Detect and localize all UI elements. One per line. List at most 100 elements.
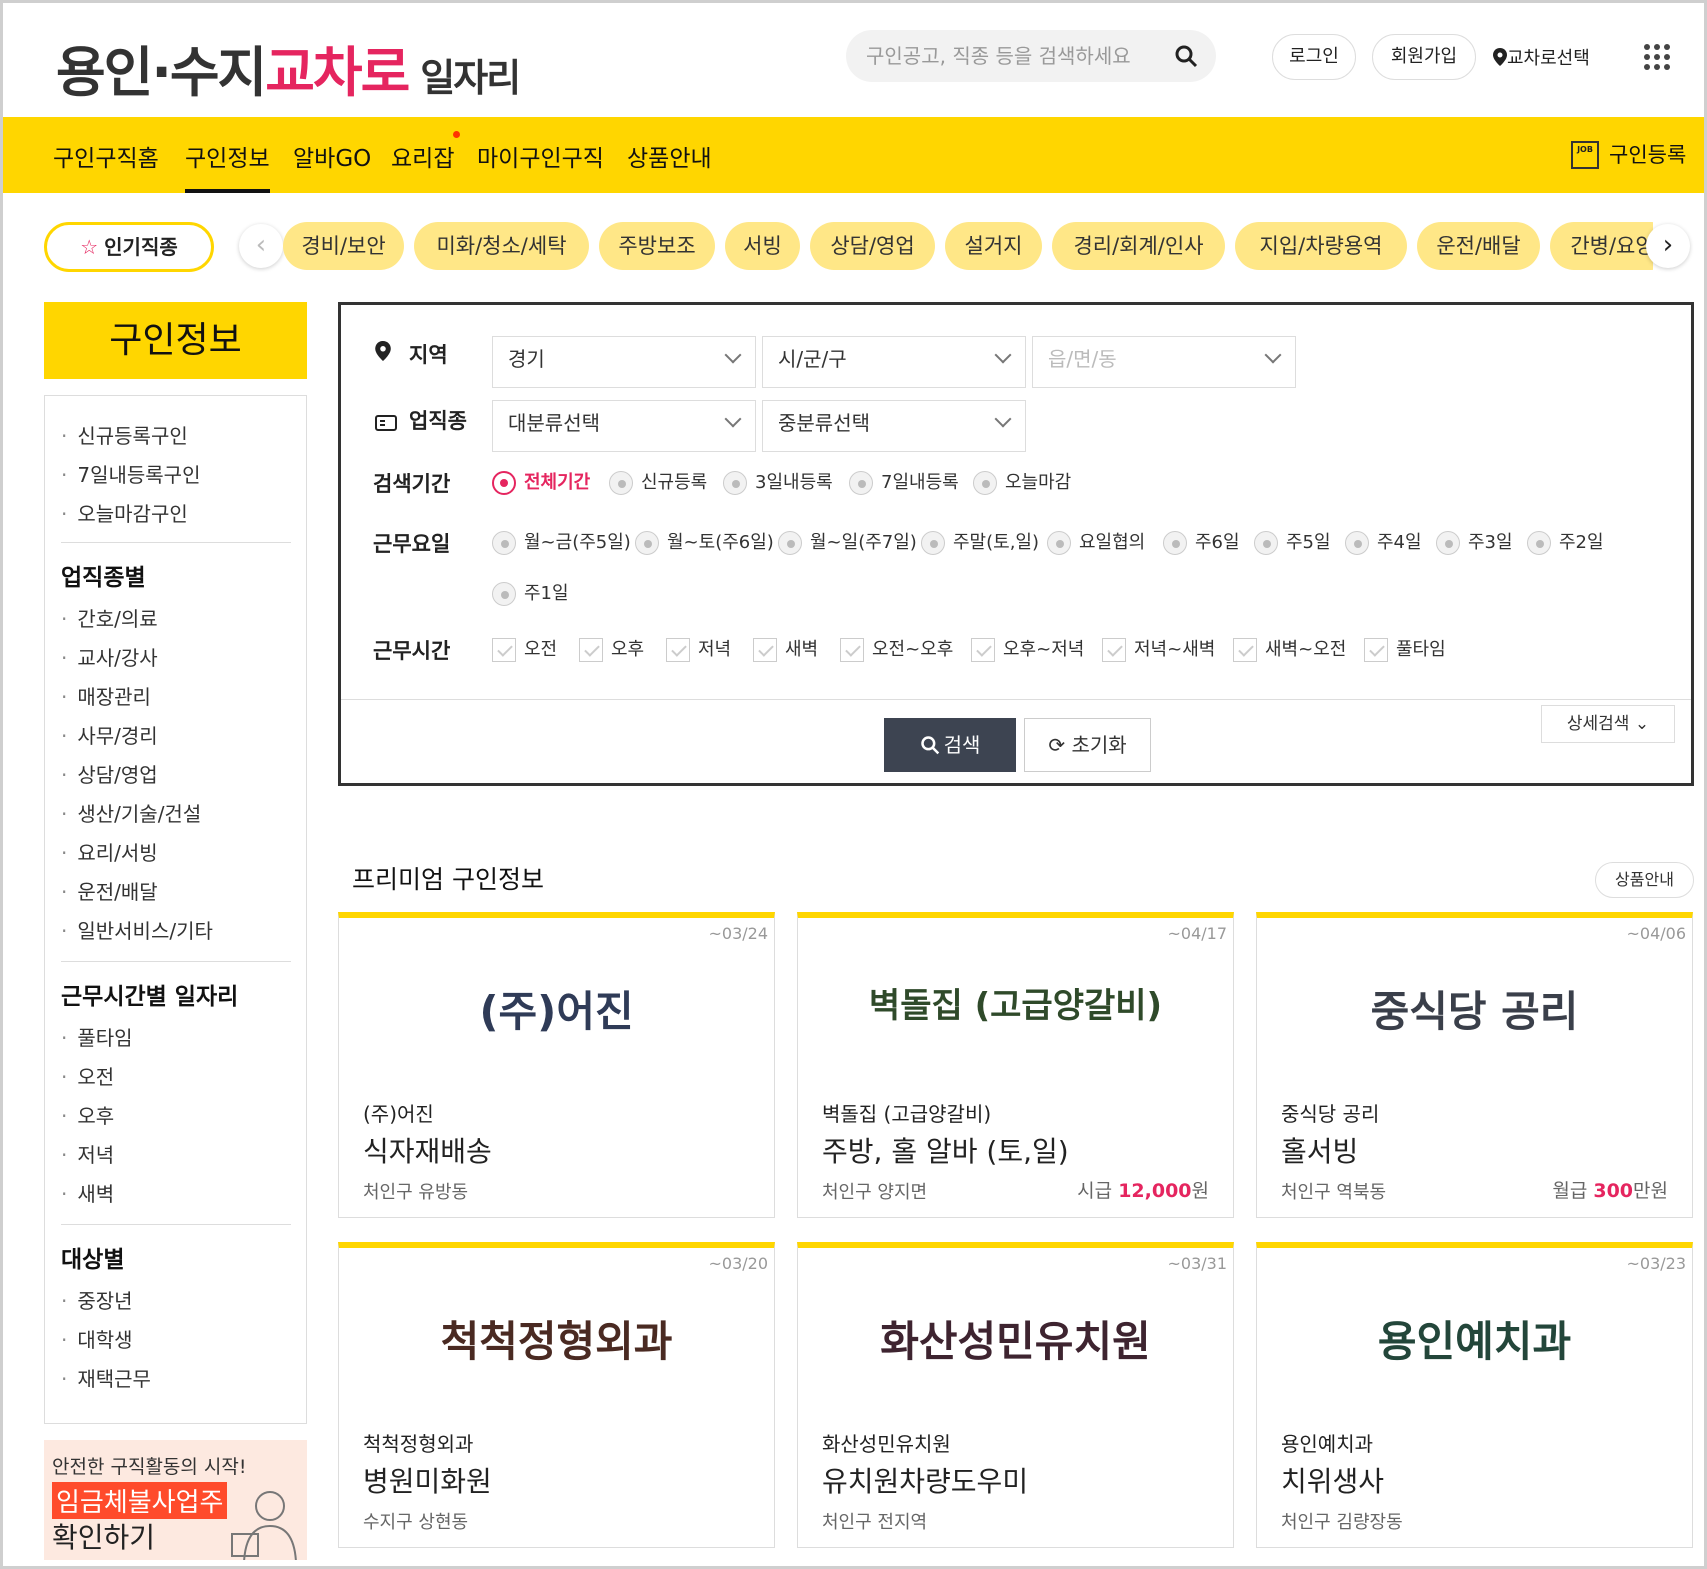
job-type-label: 업직종 <box>409 409 467 433</box>
city-select[interactable]: 시/군/구 <box>762 336 1026 388</box>
workdays-radio[interactable]: 주4일 <box>1345 528 1422 555</box>
search-panel: 지역 경기 시/군/구 읍/면/동 업직종 대분류선택 중분류선택 검색기간 전… <box>338 302 1694 786</box>
sidebar-item[interactable]: 저녁 <box>61 1139 114 1168</box>
period-radio[interactable]: 3일내등록 <box>723 468 833 495</box>
reset-button[interactable]: ⟳ 초기화 <box>1024 718 1151 772</box>
workhours-option-label: 저녁 <box>698 639 732 660</box>
workhours-checkbox[interactable]: 새벽 <box>753 635 818 662</box>
workdays-radio[interactable]: 주5일 <box>1254 528 1331 555</box>
chip-item[interactable]: 주방보조 <box>599 222 715 270</box>
sidebar-item[interactable]: 간호/의료 <box>61 603 157 632</box>
workhours-checkbox[interactable]: 저녁 <box>666 635 731 662</box>
workhours-checkbox[interactable]: 오후 <box>579 635 644 662</box>
deadline-date: ~04/06 <box>1626 924 1686 943</box>
period-option-label: 오늘마감 <box>1005 472 1072 493</box>
job-card[interactable]: ~04/06 중식당 공리 중식당 공리 홀서빙 처인구 역북동 월급 300만… <box>1256 912 1693 1218</box>
product-guide-button[interactable]: 상품안내 <box>1595 862 1694 898</box>
chip-item[interactable]: 경비/보안 <box>283 222 404 270</box>
period-radio[interactable]: 오늘마감 <box>973 468 1071 495</box>
workhours-checkbox[interactable]: 오후~저녁 <box>971 635 1084 662</box>
nav-item-my-page[interactable]: 마이구인구직 <box>477 139 604 173</box>
sidebar-item[interactable]: 재택근무 <box>61 1363 151 1392</box>
job-card[interactable]: ~04/17 벽돌집 (고급양갈비) 벽돌집 (고급양갈비) 주방, 홀 알바 … <box>797 912 1234 1218</box>
workhours-checkbox[interactable]: 저녁~새벽 <box>1102 635 1215 662</box>
town-select[interactable]: 읍/면/동 <box>1032 336 1296 388</box>
sidebar-item[interactable]: 대학생 <box>61 1324 132 1353</box>
chip-item[interactable]: 미화/청소/세탁 <box>414 222 589 270</box>
chip-item[interactable]: 간병/요양 <box>1550 222 1653 270</box>
workhours-checkbox[interactable]: 오전~오후 <box>840 635 953 662</box>
sidebar-item[interactable]: 풀타임 <box>61 1022 132 1051</box>
nav-item-job-info[interactable]: 구인정보 <box>185 139 270 193</box>
star-icon: ☆ <box>80 235 99 259</box>
sidebar-item[interactable]: 운전/배달 <box>61 876 157 905</box>
job-card[interactable]: ~03/31 화산성민유치원 화산성민유치원 유치원차량도우미 처인구 전지역 <box>797 1242 1234 1548</box>
detail-search-button[interactable]: 상세검색 ⌄ <box>1541 705 1675 743</box>
sidebar-item[interactable]: 상담/영업 <box>61 759 157 788</box>
sidebar-item[interactable]: 교사/강사 <box>61 642 157 671</box>
workdays-radio[interactable]: 주2일 <box>1527 528 1604 555</box>
search-icon[interactable] <box>1174 44 1198 68</box>
job-minor-select[interactable]: 중분류선택 <box>762 400 1026 452</box>
search-input[interactable] <box>864 40 1164 72</box>
signup-button[interactable]: 회원가입 <box>1372 34 1476 80</box>
chip-item[interactable]: 상담/영업 <box>810 222 935 270</box>
workdays-radio[interactable]: 월~일(주7일) <box>778 528 917 555</box>
chip-item[interactable]: 지입/차량용역 <box>1235 222 1407 270</box>
sidebar-item[interactable]: 요리/서빙 <box>61 837 157 866</box>
site-logo[interactable]: 용인·수지교차로 일자리 <box>56 28 521 107</box>
sidebar-item[interactable]: 오후 <box>61 1100 114 1129</box>
workdays-radio[interactable]: 월~토(주6일) <box>635 528 774 555</box>
workdays-radio[interactable]: 주말(토,일) <box>921 528 1039 555</box>
wage-arrears-banner[interactable]: 안전한 구직활동의 시작! 임금체불사업주 확인하기 <box>44 1440 307 1560</box>
popular-jobs-button[interactable]: ☆ 인기직종 <box>44 222 214 272</box>
nav-item-home[interactable]: 구인구직홈 <box>53 139 159 173</box>
sidebar-item-today[interactable]: 오늘마감구인 <box>61 498 187 527</box>
chip-item[interactable]: 서빙 <box>725 222 800 270</box>
job-major-select[interactable]: 대분류선택 <box>492 400 756 452</box>
job-title: 식자재배송 <box>363 1135 492 1168</box>
workdays-radio[interactable]: 요일협의 <box>1047 528 1145 555</box>
nav-item-cook-job[interactable]: 요리잡 <box>391 139 454 173</box>
sidebar-item[interactable]: 매장관리 <box>61 681 151 710</box>
login-button[interactable]: 로그인 <box>1272 34 1356 80</box>
nav-item-albago[interactable]: 알바GO <box>293 139 371 173</box>
sidebar-item[interactable]: 일반서비스/기타 <box>61 915 213 944</box>
workdays-radio[interactable]: 주3일 <box>1436 528 1513 555</box>
chip-item[interactable]: 설거지 <box>945 222 1042 270</box>
workdays-radio[interactable]: 주6일 <box>1163 528 1240 555</box>
period-radio[interactable]: 7일내등록 <box>849 468 959 495</box>
all-menu-icon[interactable] <box>1644 44 1670 70</box>
sidebar-item[interactable]: 중장년 <box>61 1285 132 1314</box>
workhours-checkbox[interactable]: 새벽~오전 <box>1233 635 1346 662</box>
nav-item-products[interactable]: 상품안내 <box>627 139 712 173</box>
period-radio[interactable]: 전체기간 <box>492 468 590 495</box>
workhours-checkbox[interactable]: 오전 <box>492 635 557 662</box>
pay-label: 월급 <box>1552 1180 1588 1202</box>
search-button[interactable]: 검색 <box>884 718 1016 772</box>
job-card[interactable]: ~03/20 척척정형외과 척척정형외과 병원미화원 수지구 상현동 <box>338 1242 775 1548</box>
sidebar-item-new[interactable]: 신규등록구인 <box>61 420 187 449</box>
workdays-radio[interactable]: 월~금(주5일) <box>492 528 631 555</box>
pay-info: 월급 300만원 <box>1552 1176 1668 1203</box>
chevron-right-icon[interactable]: › <box>1646 224 1690 268</box>
chevron-left-icon[interactable]: ‹ <box>239 224 283 268</box>
area-select-button[interactable]: 교차로선택 <box>1493 44 1590 70</box>
job-register-button[interactable]: 구인등록 <box>1609 139 1686 169</box>
sidebar-item[interactable]: 생산/기술/건설 <box>61 798 201 827</box>
period-radio[interactable]: 신규등록 <box>609 468 707 495</box>
workhours-checkbox[interactable]: 풀타임 <box>1364 635 1446 662</box>
sidebar-item-7days[interactable]: 7일내등록구인 <box>61 459 200 488</box>
workdays-radio[interactable]: 주1일 <box>492 579 569 606</box>
sidebar-item[interactable]: 새벽 <box>61 1178 114 1207</box>
sidebar-item[interactable]: 오전 <box>61 1061 114 1090</box>
chip-item[interactable]: 경리/회계/인사 <box>1052 222 1225 270</box>
sidebar-item[interactable]: 사무/경리 <box>61 720 157 749</box>
chip-item[interactable]: 운전/배달 <box>1417 222 1540 270</box>
job-title: 주방, 홀 알바 (토,일) <box>822 1135 1069 1168</box>
job-location: 처인구 유방동 <box>363 1182 469 1203</box>
workdays-option-label: 주6일 <box>1195 532 1240 553</box>
province-select[interactable]: 경기 <box>492 336 756 388</box>
job-card[interactable]: ~03/24 (주)어진 (주)어진 식자재배송 처인구 유방동 <box>338 912 775 1218</box>
job-card[interactable]: ~03/23 용인예치과 용인예치과 치위생사 처인구 김량장동 <box>1256 1242 1693 1548</box>
